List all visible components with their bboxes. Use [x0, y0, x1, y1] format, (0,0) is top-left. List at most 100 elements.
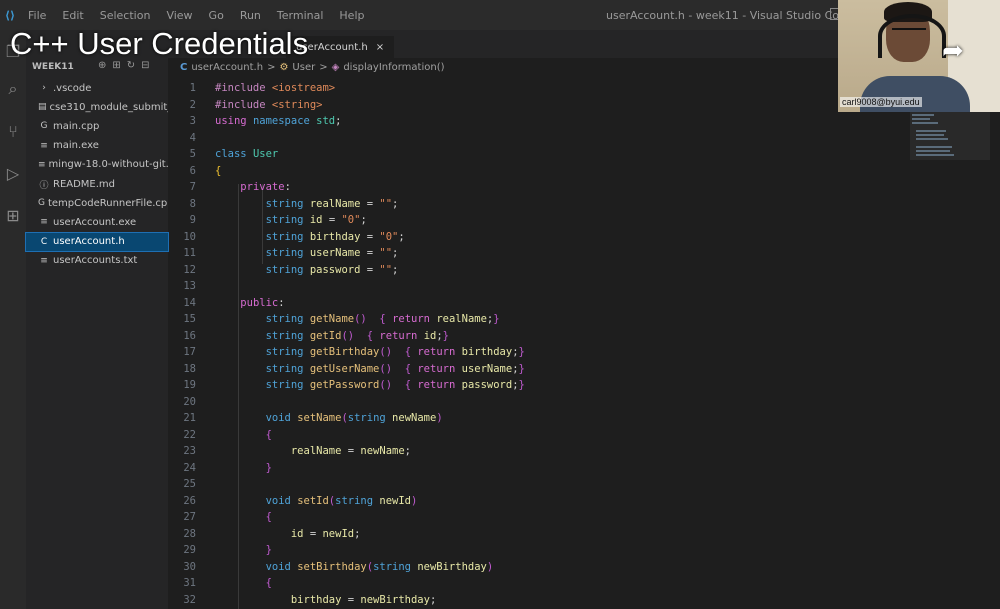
- file-item[interactable]: GtempCodeRunnerFile.cpp: [26, 194, 168, 212]
- code-token: (): [379, 346, 393, 358]
- minimap[interactable]: [910, 112, 970, 162]
- share-arrow-icon[interactable]: ➦: [942, 36, 964, 66]
- code-token: id: [309, 214, 323, 226]
- vscode-logo-icon: ⟨⟩: [4, 8, 16, 22]
- file-item[interactable]: ▤cse310_module_submit_c...: [26, 98, 168, 116]
- code-text: id = newId;: [215, 526, 361, 542]
- code-token: }: [442, 329, 449, 342]
- class-symbol-icon: ⚙: [279, 62, 289, 73]
- code-token: }: [265, 461, 272, 474]
- code-text: string getBirthday() { return birthday;}: [215, 344, 525, 360]
- code-token: string: [265, 263, 310, 276]
- code-text: #include <iostream>: [215, 80, 335, 96]
- code-token: getUserName: [309, 362, 380, 375]
- menu-bar: File Edit Selection View Go Run Terminal Help: [28, 9, 364, 22]
- workspace-section-title[interactable]: WEEK11: [32, 62, 74, 72]
- close-icon[interactable]: ×: [376, 42, 384, 53]
- code-text: string userName = "";: [215, 245, 399, 261]
- code-token: =: [360, 263, 380, 276]
- code-token: }: [493, 313, 500, 325]
- method-symbol-icon: ◈: [331, 62, 340, 73]
- menu-item[interactable]: Go: [209, 9, 224, 22]
- file-type-icon: ›: [42, 83, 46, 93]
- menu-item[interactable]: Help: [339, 9, 364, 22]
- breadcrumb-method[interactable]: displayInformation(): [343, 62, 444, 73]
- code-token: return: [417, 346, 462, 358]
- file-item[interactable]: ⓘ README.md: [26, 175, 168, 193]
- extensions-icon[interactable]: ⊞: [2, 204, 24, 226]
- code-editor[interactable]: 1 #include <iostream> 2 #include <string> 3 u…: [168, 80, 910, 609]
- menu-item[interactable]: File: [28, 9, 46, 22]
- line-number: 13: [183, 280, 196, 292]
- code-token: }: [518, 346, 525, 358]
- webcam-label: carl9008@byui.edu: [840, 97, 922, 107]
- code-token: setName: [297, 412, 342, 424]
- file-item[interactable]: ≡ main.exe: [26, 137, 168, 155]
- file-name: tempCodeRunnerFile.cpp: [47, 197, 168, 209]
- video-overlay-title: C++ User Credentials: [10, 26, 309, 61]
- menu-item[interactable]: Selection: [100, 9, 151, 22]
- code-token: using: [215, 115, 253, 127]
- code-token: newId: [379, 494, 411, 507]
- code-token: newBirthday: [360, 593, 430, 606]
- code-token: void: [265, 412, 298, 424]
- line-number: 27: [183, 511, 196, 523]
- code-token: {: [265, 428, 272, 441]
- code-token: string: [265, 214, 310, 226]
- file-type-icon: ≡: [40, 255, 48, 266]
- file-item[interactable]: › .vscode: [26, 79, 168, 97]
- file-item[interactable]: ≡ userAccounts.txt: [26, 252, 168, 270]
- code-text: class User: [215, 146, 278, 162]
- line-number: 29: [183, 544, 196, 556]
- code-token: return: [379, 329, 424, 342]
- line-number: 20: [183, 395, 196, 408]
- menu-item[interactable]: Terminal: [277, 9, 324, 22]
- code-token: (): [379, 362, 393, 375]
- code-text: public:: [215, 295, 284, 311]
- code-token: std: [316, 115, 336, 127]
- code-text: realName = newName;: [215, 443, 411, 459]
- file-type-icon: ≡: [40, 140, 48, 151]
- code-token: {: [404, 362, 418, 375]
- line-number: 30: [183, 560, 196, 573]
- run-debug-icon[interactable]: ▷: [2, 162, 24, 184]
- code-token: public: [240, 296, 279, 309]
- code-token: (): [354, 313, 367, 325]
- code-token: "": [379, 247, 393, 259]
- breadcrumb-separator: >: [267, 62, 276, 73]
- menu-item[interactable]: Edit: [62, 9, 83, 22]
- file-name: mingw-18.0-without-git...: [48, 159, 168, 171]
- file-type-icon: ⓘ: [39, 180, 49, 191]
- file-item[interactable]: CuserAccount.h: [25, 231, 169, 252]
- code-text: string getPassword() { return password;}: [215, 377, 525, 393]
- line-number: 9: [189, 214, 196, 226]
- code-token: =: [360, 197, 380, 210]
- code-text: void setBirthday(string newBirthday): [215, 559, 494, 575]
- code-text: }: [215, 542, 272, 558]
- file-type-icon: ▤: [38, 102, 47, 113]
- code-token: "0": [379, 230, 399, 243]
- file-name: README.md: [53, 178, 116, 190]
- file-item[interactable]: ≡ mingw-18.0-without-git...: [26, 156, 168, 174]
- code-token: }: [518, 379, 525, 391]
- breadcrumb-file[interactable]: userAccount.h: [191, 62, 263, 73]
- menu-item[interactable]: View: [166, 9, 192, 22]
- file-item[interactable]: ≡ userAccount.exe: [26, 213, 168, 231]
- code-text: {: [215, 163, 221, 179]
- code-token: =: [322, 214, 342, 226]
- code-text: #include <string>: [215, 97, 322, 113]
- search-icon[interactable]: ⌕: [2, 78, 24, 100]
- file-item[interactable]: Gmain.cpp: [26, 117, 168, 135]
- breadcrumb-class[interactable]: User: [292, 62, 315, 73]
- code-token: "": [379, 263, 393, 276]
- line-number: 26: [183, 494, 196, 507]
- code-token: ;: [354, 527, 361, 540]
- code-token: <iostream>: [271, 82, 336, 94]
- menu-item[interactable]: Run: [240, 9, 261, 22]
- source-control-icon[interactable]: ⑂: [2, 120, 24, 142]
